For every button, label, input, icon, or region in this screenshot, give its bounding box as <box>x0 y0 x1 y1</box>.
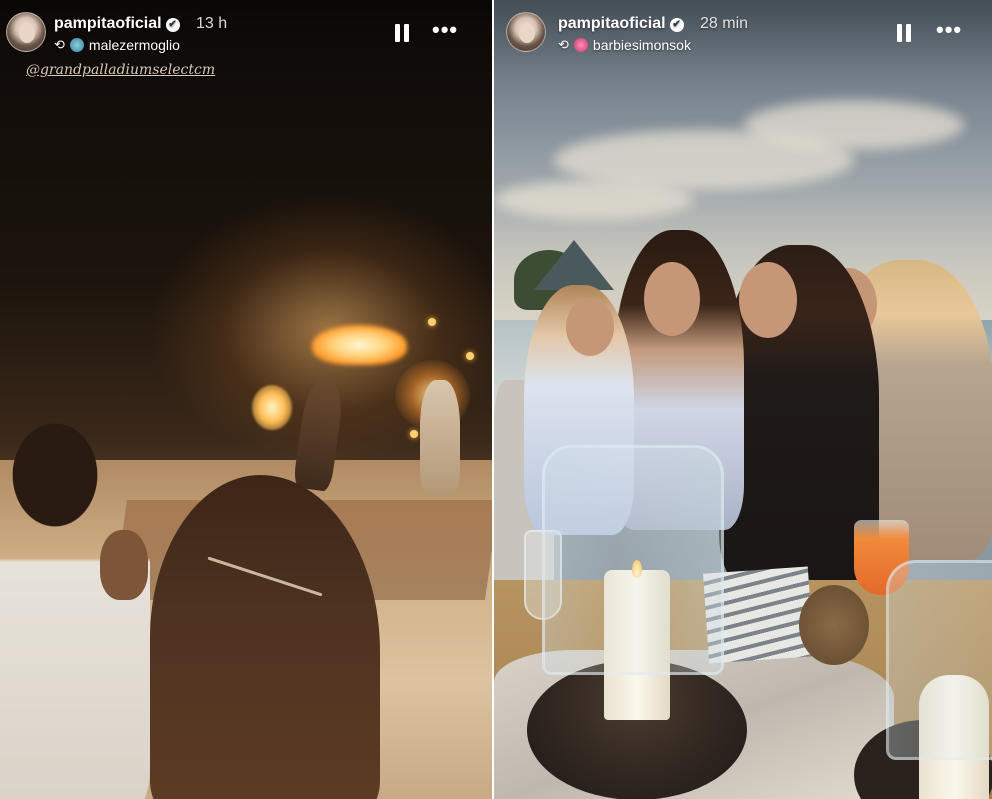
story-photo-fire-show <box>0 0 492 799</box>
pause-icon[interactable] <box>897 24 911 42</box>
hand <box>100 530 148 600</box>
repost-line[interactable]: ⟲ barbiesimonsok <box>558 37 691 53</box>
username-text[interactable]: pampitaoficial <box>54 15 162 32</box>
username-text[interactable]: pampitaoficial <box>558 15 666 32</box>
avatar[interactable] <box>506 12 546 52</box>
reposted-user-avatar <box>69 38 84 52</box>
username[interactable]: pampitaoficial ✔ <box>54 15 180 33</box>
woven-placemat <box>799 585 869 665</box>
mention-sticker[interactable]: @grandpalladiumselectcm <box>26 62 215 78</box>
verified-badge-icon: ✔ <box>165 18 180 32</box>
verified-badge-icon: ✔ <box>669 18 684 32</box>
hurricane-glass <box>542 445 724 675</box>
post-time: 28 min <box>700 15 749 32</box>
avatar[interactable] <box>6 12 46 52</box>
story-header: pampitaoficial ✔ 28 min ⟲ barbiesimonsok … <box>494 0 992 80</box>
username[interactable]: pampitaoficial ✔ <box>558 15 684 33</box>
story-right[interactable]: pampitaoficial ✔ 28 min ⟲ barbiesimonsok … <box>494 0 992 799</box>
pause-icon[interactable] <box>395 24 409 42</box>
more-icon[interactable]: ••• <box>936 19 962 41</box>
fire-arc <box>312 325 407 365</box>
story-photo-beach-dinner <box>494 0 992 799</box>
hurricane-glass <box>886 560 992 760</box>
cloud <box>494 180 694 220</box>
reposted-username[interactable]: malezermoglio <box>89 37 180 53</box>
more-icon[interactable]: ••• <box>432 19 458 41</box>
story-left[interactable]: pampitaoficial ✔ 13 h ⟲ malezermoglio •••… <box>0 0 492 799</box>
reposted-username[interactable]: barbiesimonsok <box>593 37 691 53</box>
repost-icon: ⟲ <box>54 37 65 52</box>
spark <box>410 430 418 438</box>
spark <box>466 352 474 360</box>
beach-hut <box>534 240 614 290</box>
post-time: 13 h <box>196 15 228 32</box>
repost-line[interactable]: ⟲ malezermoglio <box>54 37 180 53</box>
spark <box>428 318 436 326</box>
fire-performer <box>420 380 460 495</box>
fire-torch <box>252 385 292 430</box>
face <box>739 262 797 338</box>
repost-icon: ⟲ <box>558 37 569 52</box>
reposted-user-avatar <box>573 38 588 52</box>
face <box>644 262 700 336</box>
face <box>566 298 614 356</box>
cloud <box>744 100 964 150</box>
